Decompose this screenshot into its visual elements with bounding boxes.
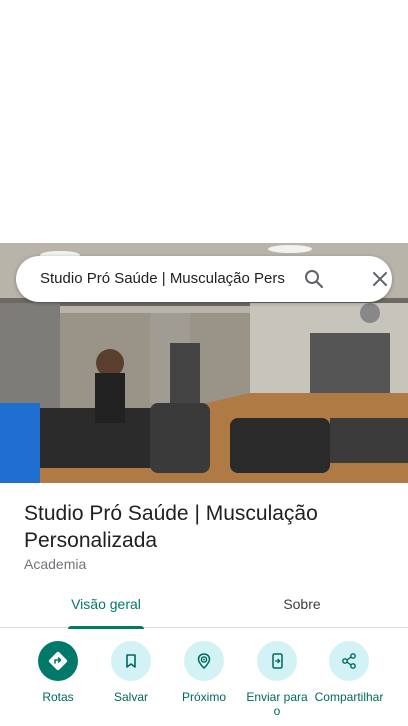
nearby-icon <box>184 641 224 681</box>
save-label: Salvar <box>113 690 148 704</box>
tab-overview[interactable]: Visão geral <box>52 584 160 629</box>
tab-overview-label: Visão geral <box>71 596 141 612</box>
directions-icon <box>38 641 78 681</box>
map-blank-area <box>0 0 408 243</box>
search-bar[interactable]: Studio Pró Saúde | Musculação Pers <box>16 256 392 302</box>
nearby-label: Próximo <box>181 690 226 704</box>
close-icon[interactable] <box>368 267 392 291</box>
send-to-phone-label: Enviar para o <box>246 690 308 718</box>
share-button[interactable]: Compartilhar <box>314 641 384 704</box>
place-tabs: Visão geral Sobre <box>0 584 408 629</box>
search-input[interactable]: Studio Pró Saúde | Musculação Pers <box>40 256 288 302</box>
directions-label: Rotas <box>42 690 74 704</box>
tab-about-label: Sobre <box>283 596 321 612</box>
share-icon <box>329 641 369 681</box>
nearby-button[interactable]: Próximo <box>169 641 239 704</box>
place-category: Academia <box>24 556 87 572</box>
save-button[interactable]: Salvar <box>96 641 166 704</box>
search-icon[interactable] <box>302 267 326 291</box>
share-label: Compartilhar <box>314 690 384 704</box>
bookmark-icon <box>111 641 151 681</box>
send-to-phone-button[interactable]: Enviar para o <box>242 641 312 718</box>
tab-about[interactable]: Sobre <box>250 584 354 628</box>
active-tab-indicator <box>68 626 144 629</box>
place-title: Studio Pró Saúde | Musculação Personaliz… <box>24 502 318 552</box>
directions-button[interactable]: Rotas <box>23 641 93 704</box>
send-to-phone-icon <box>257 641 297 681</box>
